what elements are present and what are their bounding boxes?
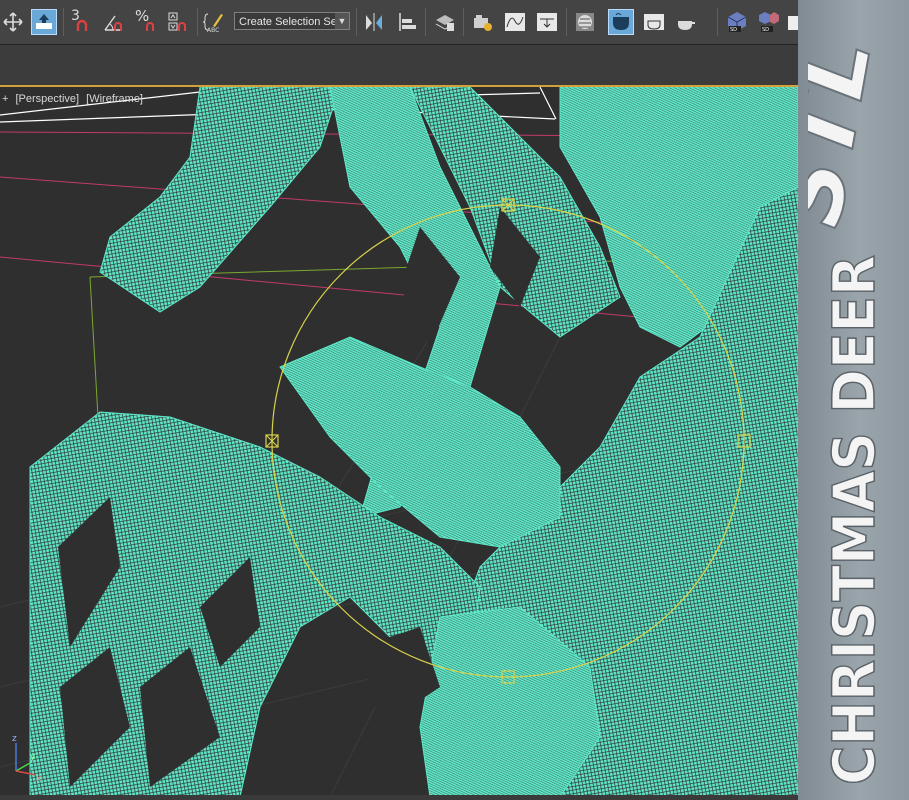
angle-snap-icon[interactable] <box>100 9 126 35</box>
perspective-viewport[interactable]: z y x + [Perspective] [Wireframe] <box>0 85 798 795</box>
sd-cube-multi-icon[interactable]: SD <box>756 9 782 35</box>
selection-set-value: Create Selection Se <box>239 16 337 28</box>
status-strip <box>0 795 798 800</box>
main-toolbar: 3 % ABC Create Selection Se ▼ SD SD <box>0 0 798 45</box>
selection-set-dropdown[interactable]: Create Selection Se ▼ <box>234 12 350 30</box>
spinner-snap-icon[interactable] <box>165 9 191 35</box>
rendered-frame-window-icon[interactable] <box>641 9 667 35</box>
svg-text:SD: SD <box>762 27 769 33</box>
render-production-icon[interactable] <box>673 9 699 35</box>
axis-x-label: x <box>36 774 42 784</box>
axis-y-label: y <box>30 752 36 762</box>
viewport-view-label[interactable]: [Perspective] <box>16 93 80 105</box>
scene-explorer-icon[interactable] <box>470 9 496 35</box>
select-and-link-icon[interactable] <box>31 9 57 35</box>
svg-text:SD: SD <box>730 27 737 33</box>
material-editor-icon[interactable] <box>572 9 598 35</box>
curve-editor-icon[interactable] <box>502 9 528 35</box>
product-title-text: CHRISTMAS DEER <box>820 255 886 785</box>
angle-snap-value: 3 <box>71 8 80 24</box>
sd-cube-icon[interactable]: SD <box>724 9 750 35</box>
snaps-toggle-icon[interactable]: 3 <box>68 9 94 35</box>
chevron-down-icon: ▼ <box>335 13 349 29</box>
select-and-move-icon[interactable] <box>0 9 26 35</box>
viewport-scene: z y x <box>0 87 798 795</box>
mirror-icon[interactable] <box>361 9 387 35</box>
layer-manager-icon[interactable] <box>432 9 458 35</box>
percent-snap-icon[interactable]: % <box>133 9 159 35</box>
brand-text: STL <box>808 30 892 230</box>
schematic-view-icon[interactable] <box>534 9 560 35</box>
viewport-label[interactable]: + [Perspective] [Wireframe] <box>2 93 147 105</box>
abc-label: ABC <box>207 27 220 34</box>
product-title: CHRISTMAS DEER <box>819 254 886 785</box>
brand-logo: STL <box>808 29 893 230</box>
axis-z-label: z <box>12 734 17 744</box>
viewport-shading-label[interactable]: [Wireframe] <box>86 93 143 105</box>
edit-named-selection-sets-icon[interactable]: ABC <box>201 9 227 35</box>
viewport-menu-plus[interactable]: + <box>2 93 8 105</box>
percent-symbol: % <box>135 7 150 25</box>
overflow-icon[interactable] <box>786 9 798 35</box>
ribbon-area <box>0 45 798 85</box>
side-banner: STL CHRISTMAS DEER <box>798 0 909 800</box>
align-icon[interactable] <box>394 9 420 35</box>
render-setup-icon[interactable] <box>608 9 634 35</box>
